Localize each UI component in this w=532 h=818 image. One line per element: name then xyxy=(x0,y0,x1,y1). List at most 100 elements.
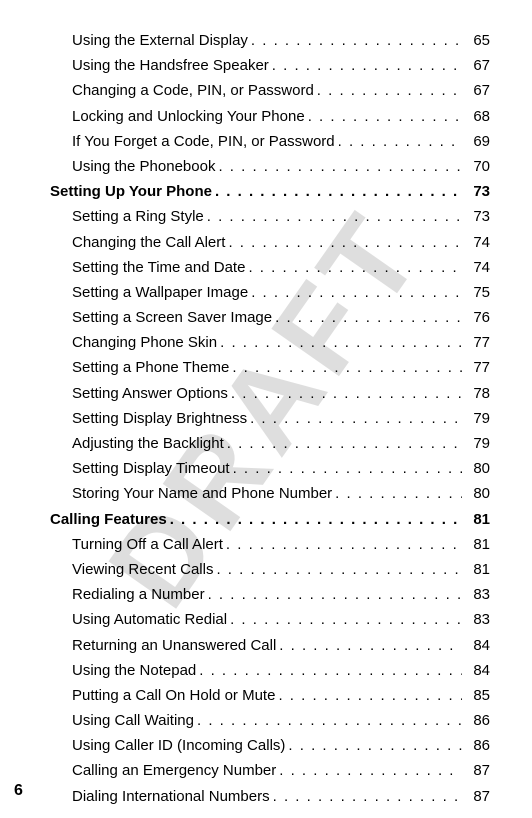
toc-label: Using Automatic Redial xyxy=(50,607,227,632)
toc-dots xyxy=(276,758,462,783)
toc-page: 79 xyxy=(462,406,490,431)
toc-dots xyxy=(275,683,462,708)
toc-page: 80 xyxy=(462,456,490,481)
toc-page: 73 xyxy=(462,179,490,204)
toc-dots xyxy=(217,330,462,355)
toc-page: 73 xyxy=(462,204,490,229)
toc-row: Setting a Ring Style73 xyxy=(50,204,490,229)
toc-row: Dialing International Numbers 87 xyxy=(50,784,490,809)
toc-label: Dialing International Numbers xyxy=(50,784,270,809)
toc-page: 86 xyxy=(462,708,490,733)
toc-dots xyxy=(332,481,462,506)
toc-page: 85 xyxy=(462,683,490,708)
table-of-contents: Using the External Display 65Using the Ha… xyxy=(20,28,490,809)
toc-dots xyxy=(204,204,462,229)
toc-label: Changing the Call Alert xyxy=(50,230,225,255)
toc-label: Using the Phonebook xyxy=(50,154,215,179)
toc-page: 86 xyxy=(462,733,490,758)
toc-row: Setting a Wallpaper Image75 xyxy=(50,280,490,305)
toc-label: Setting Display Brightness xyxy=(50,406,247,431)
toc-page: 83 xyxy=(462,607,490,632)
toc-page: 69 xyxy=(462,129,490,154)
toc-dots xyxy=(269,53,462,78)
toc-dots xyxy=(247,406,462,431)
toc-row: Setting the Time and Date 74 xyxy=(50,255,490,280)
toc-dots xyxy=(270,784,462,809)
toc-page: 79 xyxy=(462,431,490,456)
toc-row: Changing the Call Alert 74 xyxy=(50,230,490,255)
toc-row: Using the External Display 65 xyxy=(50,28,490,53)
toc-dots xyxy=(224,431,462,456)
toc-dots xyxy=(285,733,462,758)
toc-row: Viewing Recent Calls 81 xyxy=(50,557,490,582)
toc-row: Setting Up Your Phone 73 xyxy=(50,179,490,204)
toc-page: 77 xyxy=(462,355,490,380)
toc-label: Using the Notepad xyxy=(50,658,196,683)
toc-label: Using the External Display xyxy=(50,28,248,53)
toc-label: Setting the Time and Date xyxy=(50,255,245,280)
toc-dots xyxy=(215,154,462,179)
toc-label: Returning an Unanswered Call xyxy=(50,633,276,658)
toc-page: 84 xyxy=(462,633,490,658)
toc-dots xyxy=(212,179,462,204)
toc-page: 81 xyxy=(462,507,490,532)
toc-page: 76 xyxy=(462,305,490,330)
toc-dots xyxy=(305,104,462,129)
toc-dots xyxy=(272,305,462,330)
toc-label: Storing Your Name and Phone Number xyxy=(50,481,332,506)
toc-dots xyxy=(230,456,462,481)
toc-dots xyxy=(213,557,462,582)
toc-row: Using Caller ID (Incoming Calls) 86 xyxy=(50,733,490,758)
toc-page: 75 xyxy=(462,280,490,305)
toc-row: Using the Handsfree Speaker67 xyxy=(50,53,490,78)
toc-row: Locking and Unlocking Your Phone68 xyxy=(50,104,490,129)
toc-page: 65 xyxy=(462,28,490,53)
toc-label: Using Caller ID (Incoming Calls) xyxy=(50,733,285,758)
toc-page: 87 xyxy=(462,758,490,783)
toc-row: Changing a Code, PIN, or Password67 xyxy=(50,78,490,103)
toc-row: Calling Features81 xyxy=(50,507,490,532)
toc-page: 67 xyxy=(462,53,490,78)
toc-label: Setting Up Your Phone xyxy=(50,179,212,204)
toc-dots xyxy=(276,633,462,658)
toc-row: Turning Off a Call Alert81 xyxy=(50,532,490,557)
toc-row: If You Forget a Code, PIN, or Password 69 xyxy=(50,129,490,154)
toc-dots xyxy=(248,28,462,53)
toc-dots xyxy=(245,255,462,280)
toc-page: 78 xyxy=(462,381,490,406)
toc-row: Using Automatic Redial 83 xyxy=(50,607,490,632)
toc-row: Setting Display Brightness 79 xyxy=(50,406,490,431)
toc-page: 77 xyxy=(462,330,490,355)
toc-label: Changing a Code, PIN, or Password xyxy=(50,78,314,103)
toc-page: 80 xyxy=(462,481,490,506)
toc-page: 87 xyxy=(462,784,490,809)
toc-row: Using Call Waiting86 xyxy=(50,708,490,733)
toc-label: Setting Display Timeout xyxy=(50,456,230,481)
toc-dots xyxy=(194,708,462,733)
toc-row: Storing Your Name and Phone Number 80 xyxy=(50,481,490,506)
toc-dots xyxy=(205,582,462,607)
toc-dots xyxy=(335,129,462,154)
toc-dots xyxy=(229,355,462,380)
toc-page: 68 xyxy=(462,104,490,129)
toc-label: Changing Phone Skin xyxy=(50,330,217,355)
toc-page: 74 xyxy=(462,230,490,255)
toc-label: Adjusting the Backlight xyxy=(50,431,224,456)
toc-row: Adjusting the Backlight 79 xyxy=(50,431,490,456)
toc-label: If You Forget a Code, PIN, or Password xyxy=(50,129,335,154)
toc-page: 74 xyxy=(462,255,490,280)
toc-dots xyxy=(196,658,462,683)
toc-row: Setting a Screen Saver Image76 xyxy=(50,305,490,330)
toc-dots xyxy=(248,280,462,305)
toc-row: Using the Notepad 84 xyxy=(50,658,490,683)
toc-label: Setting Answer Options xyxy=(50,381,228,406)
toc-dots xyxy=(223,532,462,557)
toc-dots xyxy=(314,78,462,103)
toc-page: 81 xyxy=(462,557,490,582)
toc-row: Calling an Emergency Number 87 xyxy=(50,758,490,783)
toc-page: 84 xyxy=(462,658,490,683)
toc-page: 83 xyxy=(462,582,490,607)
toc-label: Turning Off a Call Alert xyxy=(50,532,223,557)
toc-label: Calling an Emergency Number xyxy=(50,758,276,783)
toc-label: Viewing Recent Calls xyxy=(50,557,213,582)
